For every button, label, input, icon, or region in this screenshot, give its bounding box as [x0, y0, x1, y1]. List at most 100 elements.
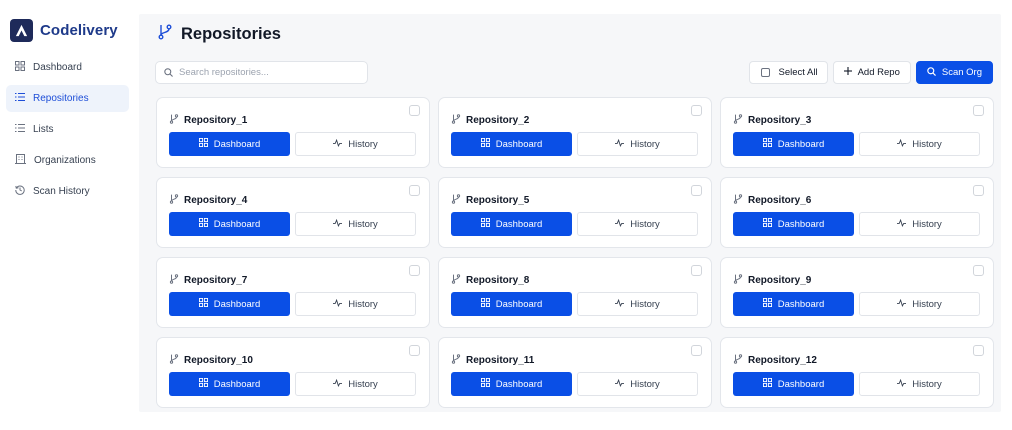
main-content: Repositories Select All Add Repo Scan Or…	[139, 14, 1001, 412]
sidebar-item-organizations[interactable]: Organizations	[6, 147, 129, 174]
grid-icon	[762, 298, 772, 310]
select-all-button[interactable]: Select All	[748, 61, 828, 84]
grid-icon	[480, 378, 490, 390]
grid-icon	[762, 138, 772, 150]
history-label: History	[630, 218, 660, 230]
dashboard-button[interactable]: Dashboard	[451, 292, 572, 316]
repository-checkbox[interactable]	[973, 265, 984, 276]
repository-checkbox[interactable]	[973, 185, 984, 196]
sidebar-item-label: Lists	[33, 124, 54, 135]
dashboard-label: Dashboard	[777, 138, 825, 150]
grid-icon	[762, 378, 772, 390]
repository-header: Repository_2	[451, 111, 529, 129]
repository-header: Repository_7	[169, 271, 247, 289]
git-branch-icon	[451, 271, 461, 289]
repository-actions: Dashboard History	[169, 292, 416, 316]
repository-actions: Dashboard History	[451, 132, 698, 156]
git-branch-icon	[169, 271, 179, 289]
git-branch-icon	[733, 351, 743, 369]
sidebar-item-dashboard[interactable]: Dashboard	[6, 54, 129, 81]
repository-checkbox[interactable]	[409, 265, 420, 276]
dashboard-label: Dashboard	[213, 218, 261, 230]
repository-card: Repository_1 Dashboard History	[156, 97, 430, 168]
repository-actions: Dashboard History	[169, 372, 416, 396]
repository-checkbox[interactable]	[409, 185, 420, 196]
git-branch-icon	[451, 191, 461, 209]
grid-icon	[480, 138, 490, 150]
git-branch-icon	[733, 271, 743, 289]
history-label: History	[348, 378, 378, 390]
repository-name: Repository_9	[748, 274, 812, 286]
repository-checkbox[interactable]	[691, 105, 702, 116]
sidebar-item-scan-history[interactable]: Scan History	[6, 178, 129, 205]
dashboard-label: Dashboard	[777, 218, 825, 230]
building-icon	[15, 154, 26, 167]
repository-name: Repository_12	[748, 354, 817, 366]
dashboard-button[interactable]: Dashboard	[733, 372, 854, 396]
repository-name: Repository_2	[466, 114, 530, 126]
scan-org-button[interactable]: Scan Org	[915, 61, 993, 84]
history-button[interactable]: History	[295, 292, 416, 316]
history-button[interactable]: History	[577, 292, 698, 316]
dashboard-button[interactable]: Dashboard	[451, 372, 572, 396]
repository-checkbox[interactable]	[409, 345, 420, 356]
git-branch-icon	[451, 111, 461, 129]
grid-icon	[198, 378, 208, 390]
repository-checkbox[interactable]	[973, 105, 984, 116]
history-button[interactable]: History	[859, 372, 980, 396]
history-label: History	[630, 138, 660, 150]
select-all-checkbox[interactable]	[760, 68, 770, 77]
history-button[interactable]: History	[859, 212, 980, 236]
sidebar-item-lists[interactable]: Lists	[6, 116, 129, 143]
history-button[interactable]: History	[859, 292, 980, 316]
app-name: Codelivery	[40, 22, 118, 39]
search-input[interactable]	[179, 67, 359, 78]
repository-header: Repository_10	[169, 351, 253, 369]
repository-card: Repository_11 Dashboard History	[438, 337, 712, 408]
grid-icon	[15, 61, 25, 74]
search-box[interactable]	[155, 61, 368, 84]
dashboard-button[interactable]: Dashboard	[169, 372, 290, 396]
sidebar-item-label: Dashboard	[33, 62, 82, 73]
dashboard-label: Dashboard	[495, 298, 543, 310]
repository-checkbox[interactable]	[973, 345, 984, 356]
brand[interactable]: Codelivery	[10, 19, 118, 42]
dashboard-button[interactable]: Dashboard	[169, 292, 290, 316]
select-all-label: Select All	[778, 67, 818, 78]
history-icon	[15, 185, 25, 198]
dashboard-button[interactable]: Dashboard	[733, 132, 854, 156]
dashboard-button[interactable]: Dashboard	[169, 212, 290, 236]
add-repo-button[interactable]: Add Repo	[832, 61, 911, 84]
grid-icon	[198, 218, 208, 230]
history-label: History	[348, 298, 378, 310]
repository-checkbox[interactable]	[691, 345, 702, 356]
history-button[interactable]: History	[859, 132, 980, 156]
grid-icon	[480, 298, 490, 310]
dashboard-label: Dashboard	[495, 218, 543, 230]
history-button[interactable]: History	[295, 132, 416, 156]
dashboard-button[interactable]: Dashboard	[451, 212, 572, 236]
repository-checkbox[interactable]	[691, 265, 702, 276]
repository-checkbox[interactable]	[409, 105, 420, 116]
history-button[interactable]: History	[295, 212, 416, 236]
repository-checkbox[interactable]	[691, 185, 702, 196]
repository-grid: Repository_1 Dashboard History Repositor…	[156, 97, 994, 408]
dashboard-button[interactable]: Dashboard	[733, 212, 854, 236]
repository-name: Repository_10	[184, 354, 253, 366]
search-icon	[164, 64, 173, 82]
dashboard-label: Dashboard	[213, 138, 261, 150]
repository-header: Repository_11	[451, 351, 534, 369]
dashboard-button[interactable]: Dashboard	[451, 132, 572, 156]
dashboard-button[interactable]: Dashboard	[169, 132, 290, 156]
history-button[interactable]: History	[577, 212, 698, 236]
dashboard-button[interactable]: Dashboard	[733, 292, 854, 316]
history-button[interactable]: History	[577, 132, 698, 156]
history-button[interactable]: History	[295, 372, 416, 396]
history-button[interactable]: History	[577, 372, 698, 396]
repository-name: Repository_11	[466, 354, 535, 366]
activity-icon	[897, 298, 907, 310]
search-icon	[927, 66, 936, 79]
repository-header: Repository_9	[733, 271, 811, 289]
sidebar-item-repositories[interactable]: Repositories	[6, 85, 129, 112]
dashboard-label: Dashboard	[213, 298, 261, 310]
